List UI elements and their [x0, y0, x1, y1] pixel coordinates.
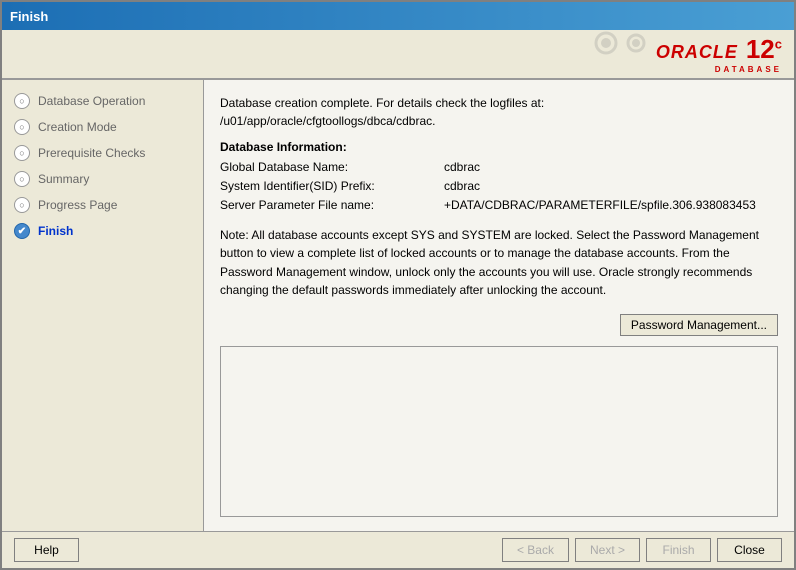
content-area: ○ Database Operation ○ Creation Mode ○ P…: [2, 80, 794, 531]
main-window: Finish ORACLE 12c: [0, 0, 796, 570]
finish-button[interactable]: Finish: [646, 538, 711, 562]
db-info-label-sid: System Identifier(SID) Prefix:: [220, 177, 440, 196]
bottom-bar: Help < Back Next > Finish Close: [2, 531, 794, 568]
step-icon-prerequisite-checks: ○: [14, 145, 30, 161]
sidebar-label-creation-mode: Creation Mode: [38, 120, 117, 134]
oracle-header: ORACLE 12c DATABASE: [2, 30, 794, 80]
completion-text: Database creation complete. For details …: [220, 94, 778, 130]
sidebar-label-finish: Finish: [38, 224, 73, 238]
oracle-brand: ORACLE 12c DATABASE: [656, 34, 782, 74]
help-button[interactable]: Help: [14, 538, 79, 562]
bottom-left-buttons: Help: [14, 538, 79, 562]
oracle-database-label: DATABASE: [715, 65, 782, 74]
close-button[interactable]: Close: [717, 538, 782, 562]
sidebar-label-prerequisite-checks: Prerequisite Checks: [38, 146, 145, 160]
sidebar-item-creation-mode[interactable]: ○ Creation Mode: [2, 114, 203, 140]
password-management-button[interactable]: Password Management...: [620, 314, 778, 336]
db-info-label-spfile: Server Parameter File name:: [220, 196, 440, 215]
sidebar: ○ Database Operation ○ Creation Mode ○ P…: [2, 80, 204, 531]
step-icon-database-operation: ○: [14, 93, 30, 109]
next-button[interactable]: Next >: [575, 538, 640, 562]
db-info-value-sid: cdbrac: [444, 177, 480, 196]
sidebar-label-database-operation: Database Operation: [38, 94, 145, 108]
sidebar-item-finish[interactable]: ✔ Finish: [2, 218, 203, 244]
password-btn-row: Password Management...: [220, 314, 778, 336]
gears-icon: [586, 28, 666, 58]
note-text: Note: All database accounts except SYS a…: [220, 226, 778, 300]
sidebar-item-progress-page[interactable]: ○ Progress Page: [2, 192, 203, 218]
step-icon-summary: ○: [14, 171, 30, 187]
step-icon-creation-mode: ○: [14, 119, 30, 135]
main-content-panel: Database creation complete. For details …: [204, 80, 794, 531]
title-bar: Finish: [2, 2, 794, 30]
sidebar-item-database-operation[interactable]: ○ Database Operation: [2, 88, 203, 114]
db-info-table: Global Database Name: cdbrac System Iden…: [220, 158, 778, 216]
db-info-row-global: Global Database Name: cdbrac: [220, 158, 778, 177]
step-icon-progress-page: ○: [14, 197, 30, 213]
db-info-title: Database Information:: [220, 140, 778, 154]
sidebar-label-summary: Summary: [38, 172, 89, 186]
sidebar-label-progress-page: Progress Page: [38, 198, 117, 212]
step-icon-finish: ✔: [14, 223, 30, 239]
db-info-label-global: Global Database Name:: [220, 158, 440, 177]
oracle-word-label: ORACLE: [656, 42, 738, 63]
oracle-version: 12c: [746, 34, 782, 65]
db-info-row-spfile: Server Parameter File name: +DATA/CDBRAC…: [220, 196, 778, 215]
db-info-row-sid: System Identifier(SID) Prefix: cdbrac: [220, 177, 778, 196]
db-info-section: Database Information: Global Database Na…: [220, 140, 778, 216]
back-button[interactable]: < Back: [502, 538, 569, 562]
window-title: Finish: [10, 9, 48, 24]
sidebar-item-prerequisite-checks[interactable]: ○ Prerequisite Checks: [2, 140, 203, 166]
db-info-value-spfile: +DATA/CDBRAC/PARAMETERFILE/spfile.306.93…: [444, 196, 756, 215]
text-output-box: [220, 346, 778, 517]
sidebar-item-summary[interactable]: ○ Summary: [2, 166, 203, 192]
bottom-right-buttons: < Back Next > Finish Close: [502, 538, 782, 562]
db-info-value-global: cdbrac: [444, 158, 480, 177]
